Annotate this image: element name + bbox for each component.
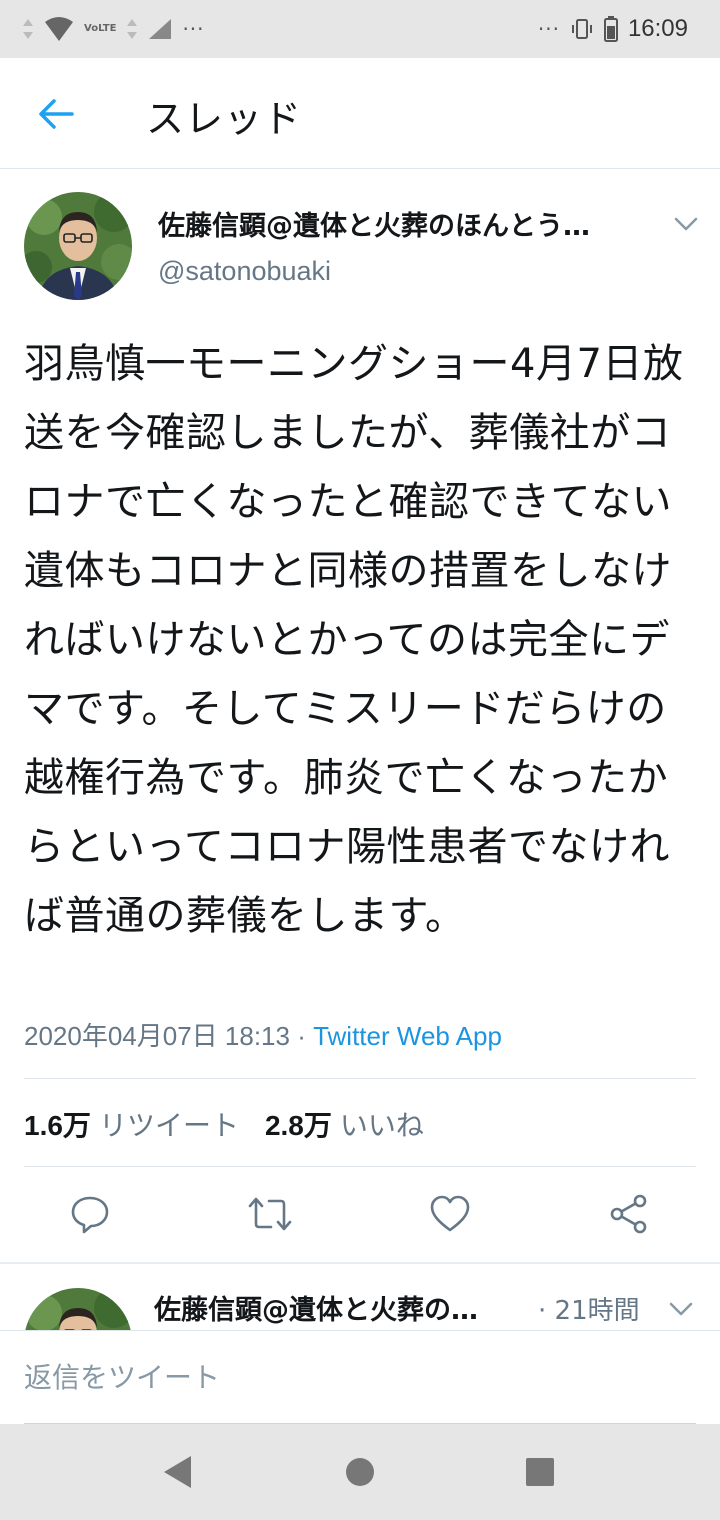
- tweet-stats: 1.6万 リツイート 2.8万 いいね: [24, 1104, 424, 1144]
- heart-icon: [430, 1195, 470, 1232]
- avatar[interactable]: [24, 192, 132, 300]
- author-name[interactable]: 佐藤信顕@遺体と火葬のほんとう…: [158, 204, 590, 243]
- reply-tweet[interactable]: 佐藤信顕@遺体と火葬の… · 21時間: [0, 1264, 720, 1330]
- circle-home-icon: [346, 1458, 374, 1486]
- status-bar-right: ··· 16:09: [538, 12, 688, 46]
- tweet-meta: 2020年04月07日 18:13 · Twitter Web App: [24, 1016, 502, 1053]
- retweet-count[interactable]: 1.6万: [24, 1110, 91, 1141]
- reply-avatar[interactable]: [24, 1288, 132, 1330]
- reply-input[interactable]: [24, 1331, 696, 1424]
- reply-icon: [71, 1196, 109, 1234]
- nav-recents-button[interactable]: [520, 1452, 560, 1492]
- retweet-button[interactable]: [245, 1186, 295, 1242]
- app-bar: スレッド: [0, 58, 720, 169]
- vibrate-icon: [571, 19, 592, 39]
- reply-avatar-image: [24, 1288, 132, 1330]
- triangle-back-icon: [164, 1456, 191, 1488]
- status-bar: VoLTE ··· ··· 16:09: [0, 0, 720, 58]
- reply-menu-button[interactable]: [668, 1296, 694, 1322]
- tweet-actions: [0, 1186, 720, 1246]
- like-count[interactable]: 2.8万: [265, 1110, 332, 1141]
- share-icon: [610, 1194, 647, 1234]
- system-nav-bar: [0, 1424, 720, 1520]
- clock: 16:09: [627, 15, 688, 42]
- author-handle[interactable]: @satonobuaki: [158, 256, 331, 287]
- retweet-icon: [248, 1197, 292, 1231]
- volte-icon: VoLTE: [84, 24, 116, 34]
- signal-icon: [149, 19, 172, 39]
- nav-home-button[interactable]: [340, 1452, 380, 1492]
- data-arrows-icon: [23, 19, 33, 39]
- back-arrow-icon: [39, 99, 74, 129]
- square-recents-icon: [526, 1458, 554, 1486]
- wifi-icon: [45, 17, 73, 41]
- meta-separator: ·: [289, 1021, 314, 1051]
- share-button[interactable]: [604, 1186, 654, 1242]
- divider: [24, 1078, 696, 1079]
- chevron-down-icon: [669, 1302, 693, 1316]
- tweet-menu-button[interactable]: [672, 210, 700, 238]
- tweet-timestamp[interactable]: 2020年04月07日 18:13: [24, 1021, 290, 1051]
- status-bar-left: VoLTE ···: [22, 12, 205, 46]
- reply-composer: [0, 1330, 720, 1425]
- reply-time: · 21時間: [538, 1296, 640, 1326]
- nav-back-button[interactable]: [158, 1452, 198, 1492]
- battery-icon: [603, 16, 618, 42]
- data-arrows-icon-2: [127, 19, 138, 39]
- reply-button[interactable]: [65, 1186, 115, 1242]
- divider-2: [24, 1166, 696, 1167]
- status-overflow-dots-right: ···: [537, 17, 560, 41]
- tweet-source-link[interactable]: Twitter Web App: [313, 1021, 502, 1051]
- tweet-text: 羽鳥慎一モーニングショー4月7日放送を今確認しましたが、葬儀社がコロナで亡くなっ…: [24, 341, 684, 939]
- retweet-label[interactable]: リツイート: [99, 1109, 239, 1142]
- page-title: スレッド: [146, 97, 303, 141]
- volte-label: VoLTE: [84, 23, 117, 34]
- back-button[interactable]: [36, 94, 76, 134]
- avatar-image: [24, 192, 132, 300]
- reply-author-name[interactable]: 佐藤信顕@遺体と火葬の…: [154, 1288, 478, 1327]
- like-label[interactable]: いいね: [340, 1109, 424, 1142]
- like-button[interactable]: [425, 1186, 475, 1242]
- chevron-down-icon: [674, 217, 698, 231]
- status-overflow-dots: ···: [182, 17, 205, 41]
